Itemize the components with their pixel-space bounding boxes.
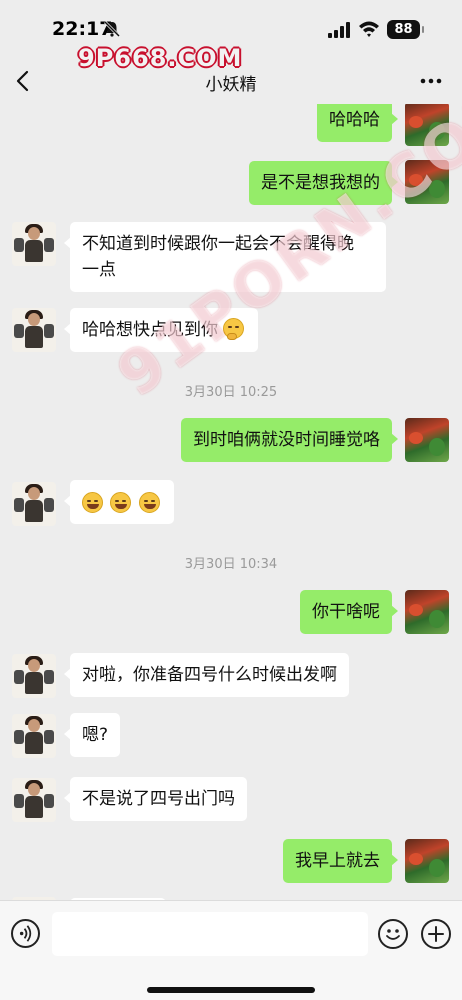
laughing-tears-emoji (110, 492, 132, 513)
bell-slash-icon (103, 20, 121, 38)
laughing-tears-emoji (82, 492, 103, 513)
message-text: 不是说了四号出门吗 (82, 789, 235, 809)
message-text: 你干啥呢 (312, 602, 380, 622)
signal-icon (328, 22, 350, 38)
laughing-tears-emoji (138, 492, 160, 513)
message-text: 哈哈哈 (329, 110, 380, 130)
message-text: 是不是想我想的 (261, 173, 380, 193)
thinking-face-emoji (223, 318, 245, 340)
contact-avatar[interactable] (12, 482, 56, 526)
message-bubble-outgoing[interactable]: 是不是想我想的 (249, 161, 398, 205)
voice-icon[interactable] (11, 919, 40, 948)
contact-avatar[interactable] (12, 308, 56, 352)
message-bubble-incoming[interactable]: 哈哈想快点见到你 (63, 308, 259, 352)
message-bubble-incoming[interactable]: 嗯? (63, 713, 121, 757)
self-avatar[interactable] (405, 104, 449, 146)
contact-avatar[interactable] (12, 778, 56, 822)
timestamp-separator: 3月30日 10:34 (184, 557, 278, 572)
message-text-line: 一点 (82, 260, 116, 280)
self-avatar[interactable] (405, 160, 449, 204)
nav-bar: 小妖精 (0, 58, 462, 104)
self-avatar[interactable] (405, 839, 449, 883)
message-text: 哈哈想快点见到你 (82, 320, 218, 340)
self-avatar[interactable] (405, 590, 449, 634)
message-text: 对啦，你准备四号什么时候出发啊 (82, 665, 337, 685)
message-bubble-incoming[interactable] (64, 480, 174, 524)
message-bubble-outgoing[interactable]: 你干啥呢 (300, 590, 398, 634)
contact-avatar[interactable] (12, 654, 56, 698)
message-text: 到时咱俩就没时间睡觉咯 (193, 430, 380, 450)
chat-history[interactable]: 哈哈哈 是不是想我想的 不知道到时候跟你一起会不会醒得晚 一点 哈哈想快点见到你… (0, 104, 462, 900)
wifi-icon (359, 21, 379, 37)
message-text: 我早上就去 (295, 851, 380, 871)
timestamp-separator: 3月30日 10:25 (184, 385, 278, 400)
input-bar (0, 900, 462, 1000)
message-bubble-incoming[interactable]: 不知道到时候跟你一起会不会醒得晚 一点 (64, 222, 386, 292)
home-indicator (147, 987, 315, 993)
smiley-icon[interactable] (378, 919, 408, 949)
message-bubble-outgoing[interactable]: 到时咱俩就没时间睡觉咯 (181, 418, 398, 462)
message-text-line: 不知道到时候跟你一起会不会醒得晚 (82, 234, 354, 254)
message-bubble-incoming[interactable]: 不是说了四号出门吗 (64, 777, 247, 821)
status-bar: 22:17 88 9P668.COM (0, 0, 462, 72)
message-bubble-outgoing[interactable]: 我早上就去 (283, 839, 398, 883)
message-bubble-incoming[interactable]: 对啦，你准备四号什么时候出发啊 (64, 653, 349, 697)
message-input[interactable] (52, 912, 368, 956)
chat-title: 小妖精 (205, 75, 257, 95)
message-text: 嗯? (82, 725, 109, 745)
plus-icon[interactable] (421, 919, 451, 949)
self-avatar[interactable] (405, 418, 449, 462)
contact-avatar[interactable] (12, 222, 56, 266)
battery-indicator: 88 (387, 20, 424, 39)
message-bubble-outgoing[interactable]: 哈哈哈 (317, 104, 398, 142)
ellipsis-icon[interactable] (418, 70, 444, 92)
contact-avatar[interactable] (12, 714, 56, 758)
